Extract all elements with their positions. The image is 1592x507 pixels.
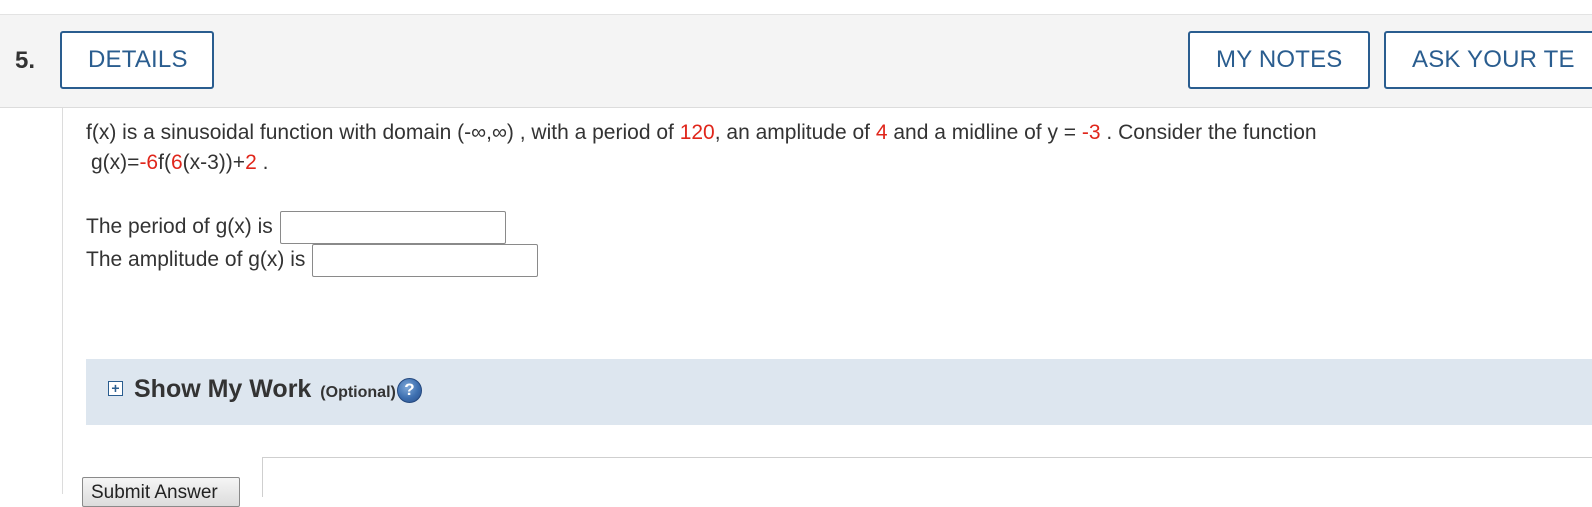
show-my-work-toggle[interactable]: Show My Work (Optional) <box>134 375 396 404</box>
show-my-work-title: Show My Work <box>134 375 312 403</box>
g-prefix: g(x)= <box>91 151 140 174</box>
problem-intro: f(x) is a sinusoidal function with domai… <box>86 121 680 144</box>
amplitude-value: 4 <box>875 121 888 144</box>
period-value: 120 <box>679 121 715 144</box>
problem-text-consider: . Consider the function <box>1100 121 1317 144</box>
g-f-open: f( <box>158 151 171 174</box>
problem-text-amplitude: , an amplitude of <box>714 121 876 144</box>
g-horizontal-coefficient: 6 <box>170 151 183 174</box>
show-my-work-optional: (Optional) <box>320 384 396 401</box>
g-inner-rest: (x-3))+ <box>182 151 246 174</box>
problem-text-midline: and a midline of y = <box>887 121 1082 144</box>
period-answer-label: The period of g(x) is <box>86 215 273 238</box>
midline-value: -3 <box>1081 121 1101 144</box>
problem-line-1: f(x) is a sinusoidal function with domai… <box>86 118 1576 148</box>
amplitude-answer-row: The amplitude of g(x) is <box>86 243 539 277</box>
question-left-border <box>62 107 63 494</box>
period-answer-input[interactable] <box>279 210 506 244</box>
my-notes-button[interactable]: MY NOTES <box>1188 31 1370 89</box>
amplitude-answer-input[interactable] <box>312 243 539 277</box>
g-vertical-coefficient: -6 <box>139 151 159 174</box>
question-number: 5. <box>15 47 36 74</box>
ask-teacher-button[interactable]: ASK YOUR TE <box>1384 31 1592 89</box>
g-vertical-shift: 2 <box>245 151 257 174</box>
submit-answer-button[interactable]: Submit Answer <box>82 477 240 507</box>
amplitude-answer-label: The amplitude of g(x) is <box>86 248 306 271</box>
details-button[interactable]: DETAILS <box>60 31 214 89</box>
expand-plus-icon[interactable]: + <box>108 381 123 396</box>
g-end: . <box>256 151 269 174</box>
answer-panel <box>262 457 1592 497</box>
problem-statement: f(x) is a sinusoidal function with domai… <box>86 118 1576 178</box>
help-icon[interactable]: ? <box>397 378 422 403</box>
period-answer-row: The period of g(x) is <box>86 210 506 244</box>
function-g-definition: g(x)=-6f(6(x-3))+2 . <box>86 148 1576 178</box>
